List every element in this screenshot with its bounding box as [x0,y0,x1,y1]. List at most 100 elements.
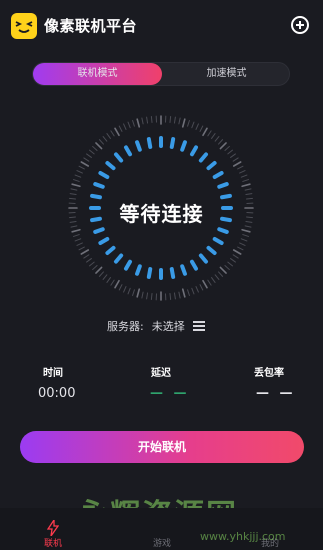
dial-outer-tick [106,277,111,283]
dial-outer-tick [102,136,108,142]
app-logo [11,13,37,39]
latency-value: — — [150,386,190,401]
dial-outer-tick [202,127,208,137]
dial-inner-dash [190,145,198,157]
app-title: 像素联机平台 [44,17,138,35]
dial-outer-tick [239,170,246,174]
latency-label: 延迟 [151,368,171,379]
dial-outer-tick [70,188,78,191]
dial-outer-tick [191,287,195,295]
dial-outer-tick [86,153,92,158]
dial-outer-tick [199,125,204,132]
dial-inner-dash [180,264,187,276]
dial-outer-tick [141,291,144,299]
dial-outer-tick [227,149,233,155]
dial-outer-tick [127,121,131,129]
dial-inner-dash [169,267,176,279]
dial-outer-tick [232,249,242,255]
dial-outer-tick [89,149,95,155]
dial-outer-tick [224,145,230,151]
dial-outer-tick [173,116,176,124]
dial-outer-tick [207,279,212,286]
tab-online-mode[interactable]: 联机模式 [33,63,162,85]
dial-inner-dash [217,182,229,189]
server-list-icon[interactable] [192,320,205,332]
dial-outer-tick [89,261,95,267]
nav-item-online[interactable]: 联机 [33,520,73,549]
dial-outer-tick [214,274,220,280]
dial-outer-tick [169,116,172,123]
dial-outer-tick [195,286,199,293]
dial-outer-tick [86,258,92,263]
gamepad-icon [142,520,182,536]
server-selector[interactable]: 服务器: 未选择 [107,316,205,336]
dial-inner-dash [206,245,217,255]
dial-outer-tick [71,228,81,233]
dial-outer-tick [118,284,123,291]
dial-outer-tick [178,117,181,125]
dial-outer-tick [237,165,244,170]
dial-inner-dash [146,267,153,279]
dial-inner-dash [180,140,187,152]
dial-inner-dash [124,145,132,157]
dial-outer-tick [202,279,208,289]
dial-outer-tick [80,161,90,167]
dial-outer-tick [181,288,186,298]
dial-inner-dash [98,237,110,245]
dial-outer-tick [230,153,236,158]
mode-switch: 联机模式 加速模式 [32,62,290,86]
dial-outer-tick [241,228,251,233]
dial-outer-tick [207,130,212,137]
dial-outer-tick [232,254,239,259]
dial-outer-tick [150,116,153,123]
dial-outer-tick [95,142,103,150]
bottom-nav: 联机 游戏 我的 [0,508,323,550]
dial-outer-tick [178,291,181,299]
dial-outer-tick [136,118,141,128]
dial-outer-tick [240,174,248,178]
dial-inner-dash [206,161,217,171]
dial-outer-tick [219,142,227,150]
dial-outer-tick [181,118,186,128]
dial-inner-dash [198,253,208,264]
dial-outer-tick [73,234,80,237]
dial-outer-tick [219,266,227,274]
dial-outer-tick [132,120,135,127]
dial-outer-tick [199,284,204,291]
nav-item-games[interactable]: 游戏 [142,520,182,549]
connection-status: 等待连接 [119,202,204,226]
dial-outer-tick [191,121,195,129]
dial-outer-tick [123,286,127,293]
dial-inner-dash [114,152,124,163]
packet-loss-value: — — [256,386,296,401]
dial-outer-tick [227,261,233,267]
dial-outer-tick [76,242,83,246]
dial-inner-dash [114,253,124,264]
dial-outer-tick [74,238,82,242]
dial-outer-tick [244,188,252,191]
dial-outer-tick [245,193,253,196]
dial-outer-tick [211,133,216,139]
dial-outer-tick [141,117,144,125]
dial-outer-tick [240,238,248,242]
time-value: 00:00 [38,386,76,401]
dial-outer-tick [187,289,190,296]
dial-outer-tick [218,271,224,277]
smiley-logo-icon [15,21,33,33]
dial-inner-dash [135,140,142,152]
lightning-icon [47,520,59,536]
dial-outer-tick [146,116,149,124]
dial-outer-tick [118,125,123,132]
dial-outer-tick [136,288,141,298]
dial-outer-tick [83,254,90,259]
dial-outer-tick [230,258,236,263]
dial-outer-tick [127,287,131,295]
start-connect-button[interactable]: 开始联机 [20,431,304,463]
plus-circle-icon[interactable] [291,16,309,34]
dial-outer-tick [242,234,249,237]
dial-outer-tick [237,246,244,251]
dial-outer-tick [169,293,172,300]
dial-inner-dash [135,264,142,276]
tab-accelerate-mode[interactable]: 加速模式 [162,63,291,85]
dial-outer-tick [241,183,251,188]
